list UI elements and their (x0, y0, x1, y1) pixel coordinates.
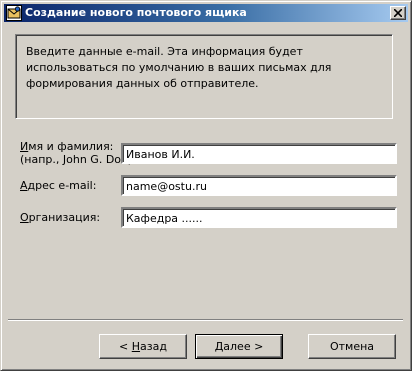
close-button[interactable] (390, 6, 406, 20)
name-label: Имя и фамилия: (напр., John G. Doe) (20, 140, 132, 166)
organization-label-accel: О (20, 211, 29, 224)
description-panel: Введите данные e-mail. Эта информация бу… (15, 34, 393, 119)
footer-divider (8, 319, 403, 321)
back-button[interactable]: < Назад (99, 334, 187, 359)
back-button-accel: Н (131, 340, 141, 353)
description-text: Введите данные e-mail. Эта информация бу… (26, 45, 332, 90)
name-hint: (напр., John G. Doe) (20, 153, 133, 166)
name-label-accel: И (20, 140, 29, 153)
email-label-accel: А (20, 179, 28, 192)
email-label: Адрес e-mail: (20, 179, 96, 192)
title-bar[interactable]: Создание нового почтового ящика (4, 4, 408, 22)
back-button-prefix: < (119, 340, 132, 353)
next-button[interactable]: Далее > (195, 334, 283, 359)
dialog-window: Создание нового почтового ящика Введите … (0, 0, 412, 371)
window-title: Создание нового почтового ящика (25, 6, 247, 19)
email-label-text: дрес e-mail: (27, 179, 97, 192)
app-icon (6, 5, 22, 21)
organization-label: Организация: (20, 211, 100, 224)
cancel-button[interactable]: Отмена (308, 334, 396, 359)
close-icon (394, 9, 402, 17)
email-field[interactable]: name@ostu.ru (121, 175, 397, 196)
next-button-accel: Д (214, 340, 224, 353)
organization-label-text: рганизация: (28, 211, 101, 224)
name-label-text: мя и фамилия: (28, 140, 114, 153)
name-field[interactable]: Иванов И.И. (121, 143, 397, 164)
back-button-label: азад (140, 340, 167, 353)
next-button-suffix: > (250, 340, 264, 353)
organization-field[interactable]: Кафедра ...... (121, 207, 397, 228)
next-button-label: алее (223, 340, 251, 353)
